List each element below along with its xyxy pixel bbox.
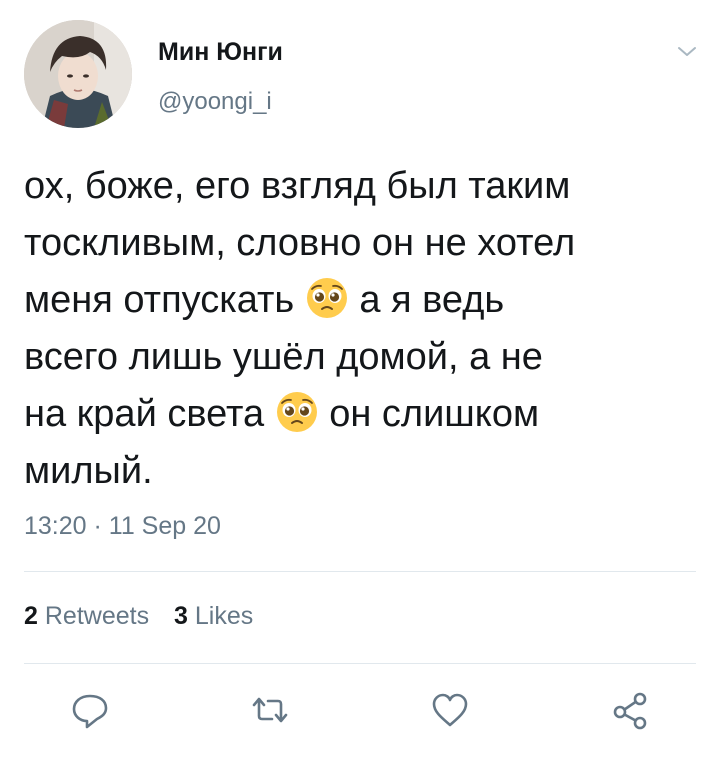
tweet-text-line: на край света он слишком [24, 386, 696, 443]
tweet-text: ох, боже, его взгляд был таким тоскливым… [24, 158, 696, 500]
divider [24, 663, 696, 664]
tweet-text-line: ох, боже, его взгляд был таким [24, 165, 571, 207]
retweet-icon[interactable] [248, 688, 292, 732]
avatar[interactable] [24, 20, 132, 128]
pleading-face-emoji [275, 390, 319, 434]
divider [24, 571, 696, 572]
retweets-count: 2 [24, 602, 38, 630]
tweet-text-fragment: меня отпускать [24, 279, 295, 321]
tweet-text-line: меня отпускать а я ведь [24, 272, 696, 329]
likes-stat[interactable]: 3 Likes [174, 602, 253, 630]
likes-label: Likes [194, 602, 254, 630]
tweet-text-line: всего лишь ушёл домой, а не [24, 336, 543, 378]
tweet-text-fragment: он слишком [329, 393, 540, 435]
retweets-label: Retweets [44, 602, 150, 630]
tweet-stats: 2 Retweets 3 Likes [24, 602, 271, 631]
tweet-text-fragment: а я ведь [359, 279, 505, 321]
tweet-timestamp[interactable]: 13:20 · 11 Sep 20 [24, 512, 221, 541]
user-handle[interactable]: @yoongi_i [158, 88, 272, 116]
tweet-text-fragment: на край света [24, 393, 265, 435]
reply-icon[interactable] [68, 688, 112, 732]
tweet-text-line: милый. [24, 450, 153, 492]
tweet-card: Мин Юнги @yoongi_i ох, боже, его взгляд … [0, 0, 720, 760]
share-icon[interactable] [608, 688, 652, 732]
pleading-face-emoji [305, 276, 349, 320]
likes-count: 3 [174, 602, 188, 630]
chevron-down-icon[interactable] [672, 40, 702, 64]
heart-icon[interactable] [428, 688, 472, 732]
display-name[interactable]: Мин Юнги [158, 38, 283, 67]
tweet-text-line: тоскливым, словно он не хотел [24, 222, 576, 264]
retweets-stat[interactable]: 2 Retweets [24, 602, 149, 630]
